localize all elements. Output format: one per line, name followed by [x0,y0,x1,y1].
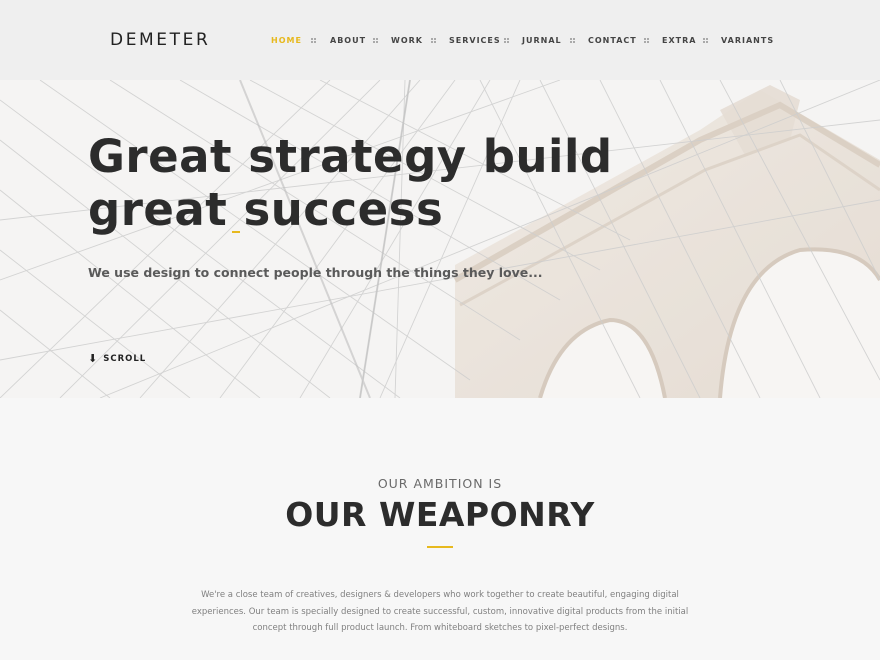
about-section: OUR AMBITION IS OUR WEAPONRY We're a clo… [0,398,880,660]
hero-subtitle: We use design to connect people through … [88,265,543,280]
section-divider [427,546,453,548]
nav-item-extra[interactable]: EXTRA [662,36,696,45]
hero-background-bridge-image [0,80,880,398]
nav-item-about[interactable]: ABOUT [330,36,366,45]
nav-item-contact[interactable]: CONTACT [588,36,637,45]
nav-separator [311,38,317,43]
scroll-label: SCROLL [103,354,147,364]
arrow-down-icon: ⬇ [88,352,98,365]
section-kicker: OUR AMBITION IS [377,476,503,491]
nav-separator [431,38,437,43]
section-body-text: We're a close team of creatives, designe… [191,590,689,633]
nav-separator [504,38,510,43]
nav-separator [644,38,650,43]
main-nav: HOME ABOUT WORK SERVICES JURNAL CONTACT … [0,36,880,48]
nav-separator [570,38,576,43]
site-header: DEMETER HOME ABOUT WORK SERVICES JURNAL … [0,0,880,80]
section-heading: OUR WEAPONRY [285,495,595,534]
hero-title-line-2: great success [88,183,444,236]
hero-section: Great strategy build great success We us… [0,80,880,398]
nav-item-services[interactable]: SERVICES [449,36,501,45]
nav-separator [373,38,379,43]
hero-title-line-1: Great strategy build [88,130,613,183]
nav-item-work[interactable]: WORK [391,36,423,45]
nav-item-jurnal[interactable]: JURNAL [522,36,562,45]
scroll-down-link[interactable]: ⬇ SCROLL [88,352,147,365]
nav-item-variants[interactable]: VARIANTS [721,36,774,45]
hero-title: Great strategy build great success [88,130,613,236]
nav-separator [703,38,709,43]
nav-item-home[interactable]: HOME [271,36,302,45]
hero-accent-underline [232,231,240,233]
